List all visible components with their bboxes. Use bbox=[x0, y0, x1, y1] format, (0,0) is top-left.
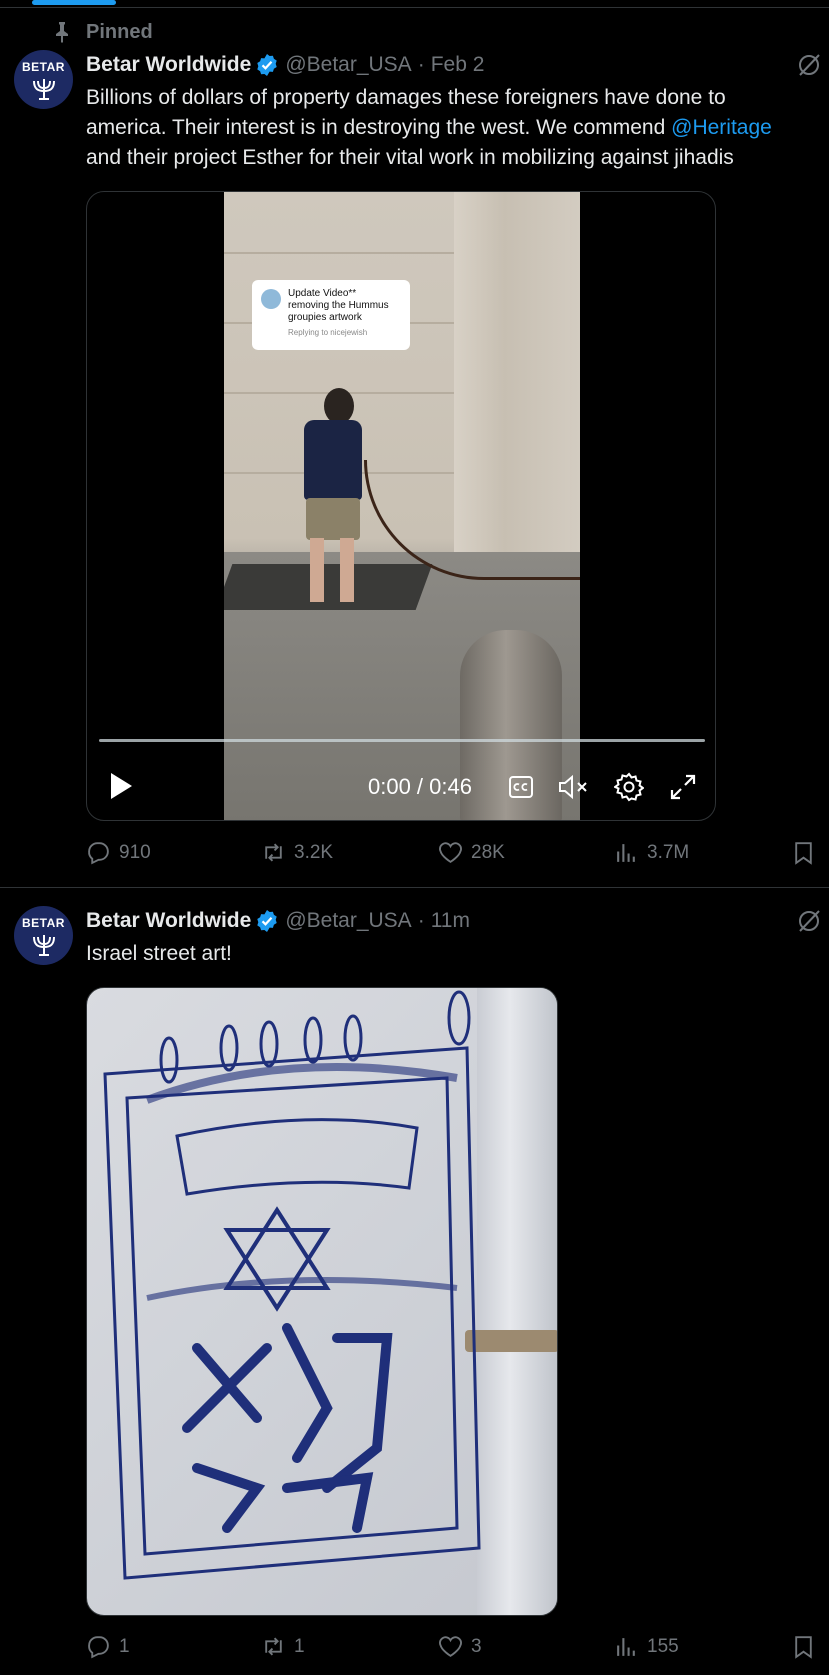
tab-divider bbox=[0, 7, 829, 8]
tweet-text-fragment: america. Their interest is in destroying… bbox=[86, 116, 672, 139]
video-progress-bar[interactable] bbox=[99, 739, 705, 742]
separator-dot: · bbox=[417, 53, 425, 76]
pinned-indicator: Pinned bbox=[52, 18, 153, 46]
verified-badge-icon bbox=[257, 54, 278, 76]
bookmark-icon bbox=[795, 842, 812, 865]
avatar[interactable]: BETAR bbox=[14, 50, 73, 109]
video-timecode: 0:00 / 0:46 bbox=[368, 774, 472, 799]
views-icon bbox=[617, 844, 635, 862]
person-head bbox=[324, 388, 354, 424]
mute-icon[interactable] bbox=[557, 773, 589, 801]
tweet-divider bbox=[0, 887, 829, 888]
reply-button[interactable]: 910 bbox=[86, 840, 151, 865]
person-torso bbox=[304, 420, 362, 500]
bookmark-icon bbox=[795, 1636, 812, 1659]
star-of-david-icon bbox=[223, 1206, 331, 1312]
avatar-brand-text: BETAR bbox=[22, 60, 65, 74]
caption-reply: Replying to nicejewish bbox=[288, 328, 368, 337]
timestamp[interactable]: 11m bbox=[431, 909, 470, 933]
video-player[interactable]: Update Video** removing the Hummus group… bbox=[86, 191, 716, 821]
verified-badge-icon bbox=[257, 910, 278, 932]
bookmark-button[interactable] bbox=[791, 840, 816, 865]
reply-button[interactable]: 1 bbox=[86, 1634, 130, 1659]
captions-icon[interactable] bbox=[508, 775, 534, 799]
like-icon bbox=[439, 1636, 462, 1657]
reply-icon bbox=[88, 842, 109, 865]
repost-button[interactable]: 1 bbox=[261, 1634, 305, 1659]
tweet-text-line: and their project Esther for their vital… bbox=[86, 146, 734, 169]
tweet-actions: 910 3.2K 28K 3.7M bbox=[86, 840, 826, 870]
author-name[interactable]: Betar Worldwide bbox=[86, 53, 251, 77]
tweet-actions: 1 1 3 155 bbox=[86, 1634, 826, 1664]
active-tab-indicator bbox=[32, 0, 116, 5]
like-button[interactable]: 3 bbox=[438, 1634, 482, 1659]
grok-icon[interactable] bbox=[796, 52, 822, 78]
view-count: 3.7M bbox=[647, 841, 690, 863]
person-leg bbox=[310, 538, 324, 602]
tweet-text-line: Israel street art! bbox=[86, 942, 232, 965]
like-button[interactable]: 28K bbox=[438, 840, 505, 865]
tweet-text-line: america. Their interest is in destroying… bbox=[86, 113, 772, 143]
person-shorts bbox=[306, 498, 360, 540]
like-count: 3 bbox=[471, 1635, 482, 1657]
menorah-icon bbox=[32, 935, 55, 956]
play-icon[interactable] bbox=[107, 770, 135, 802]
caption-line: Update Video** bbox=[288, 288, 357, 299]
author-handle[interactable]: @Betar_USA bbox=[285, 53, 411, 77]
video-frame[interactable]: Update Video** removing the Hummus group… bbox=[224, 192, 580, 820]
video-controls: 0:00 / 0:46 bbox=[87, 756, 715, 820]
menorah-icon bbox=[32, 79, 55, 100]
tweet-header: Betar Worldwide @Betar_USA · Feb 2 bbox=[86, 50, 484, 80]
author-handle[interactable]: @Betar_USA bbox=[285, 909, 411, 933]
reply-count: 910 bbox=[119, 841, 151, 863]
caption-line: removing the Hummus bbox=[288, 300, 389, 311]
card-avatar-icon bbox=[261, 289, 281, 309]
graffiti-drawing bbox=[103, 990, 481, 1580]
grate bbox=[224, 564, 433, 610]
caption-line: groupies artwork bbox=[288, 312, 362, 323]
like-count: 28K bbox=[471, 841, 505, 863]
avatar-brand-text: BETAR bbox=[22, 916, 65, 930]
video-caption-card: Update Video** removing the Hummus group… bbox=[252, 280, 410, 350]
tweet-text-line: Billions of dollars of property damages … bbox=[86, 86, 726, 109]
reply-icon bbox=[88, 1636, 109, 1659]
grok-icon[interactable] bbox=[796, 908, 822, 934]
pinned-label: Pinned bbox=[86, 20, 153, 43]
like-icon bbox=[439, 842, 462, 863]
repost-button[interactable]: 3.2K bbox=[261, 840, 333, 865]
views-button[interactable]: 155 bbox=[614, 1634, 679, 1659]
repost-icon bbox=[265, 843, 282, 862]
separator-dot: · bbox=[417, 909, 425, 932]
person-leg bbox=[340, 538, 354, 602]
tweet-text: Israel street art! bbox=[86, 939, 232, 969]
author-name[interactable]: Betar Worldwide bbox=[86, 909, 251, 933]
bookmark-button[interactable] bbox=[791, 1634, 816, 1659]
tweet-photo[interactable] bbox=[86, 987, 558, 1616]
repost-count: 1 bbox=[294, 1635, 305, 1657]
wall-seam bbox=[224, 252, 454, 254]
view-count: 155 bbox=[647, 1635, 679, 1657]
repost-icon bbox=[265, 1637, 282, 1656]
mention-link[interactable]: @Heritage bbox=[671, 116, 772, 139]
pin-icon bbox=[56, 22, 68, 43]
avatar[interactable]: BETAR bbox=[14, 906, 73, 965]
fullscreen-icon[interactable] bbox=[669, 773, 697, 801]
views-icon bbox=[617, 1638, 635, 1656]
timestamp[interactable]: Feb 2 bbox=[431, 53, 485, 77]
views-button[interactable]: 3.7M bbox=[614, 840, 689, 865]
tweet-header: Betar Worldwide @Betar_USA · 11m bbox=[86, 906, 470, 936]
reply-count: 1 bbox=[119, 1635, 130, 1657]
repost-count: 3.2K bbox=[294, 841, 334, 863]
tweet-text: Billions of dollars of property damages … bbox=[86, 83, 772, 173]
settings-icon[interactable] bbox=[614, 772, 644, 802]
